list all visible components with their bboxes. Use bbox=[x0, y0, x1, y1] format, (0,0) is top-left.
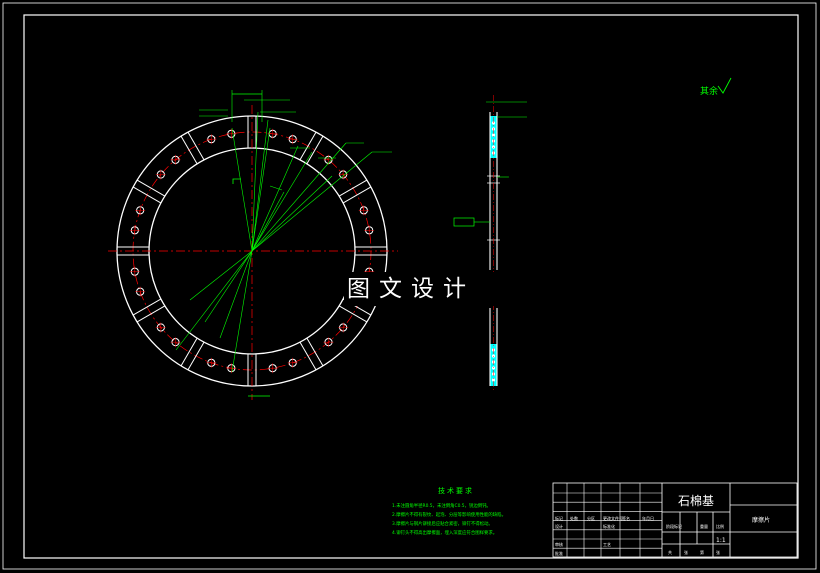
slot-edge bbox=[187, 131, 205, 161]
front-view bbox=[108, 90, 398, 400]
slot-edge bbox=[299, 131, 317, 161]
title-block-label: 年月日 bbox=[642, 515, 654, 521]
material-label: 石棉基 bbox=[678, 494, 714, 508]
title-block-label: 张 bbox=[716, 549, 720, 555]
slot-edge bbox=[180, 135, 198, 165]
title-block-labels: 标记 处数 分区 更改文件号 签名 年月日设计 标准化审核 工艺批准 阶段标记 重量 比例共 张 第 张 bbox=[555, 515, 724, 556]
watermark-label: 图文设计 bbox=[344, 272, 494, 306]
roughness-symbol-icon bbox=[717, 77, 732, 94]
side-section-view bbox=[453, 95, 527, 392]
angle-marker bbox=[232, 178, 241, 184]
slot-edge bbox=[136, 305, 166, 323]
title-block-label: 阶段标记 bbox=[666, 523, 682, 529]
tech-req-title: 技术要求 bbox=[438, 486, 474, 495]
dimension-leader bbox=[251, 191, 285, 252]
dimension-leader bbox=[175, 250, 253, 351]
dimension-leader bbox=[251, 119, 269, 252]
dimension-leader bbox=[251, 175, 333, 252]
title-block-label: 比例 bbox=[716, 523, 724, 529]
title-block-label: 标记 bbox=[555, 515, 563, 521]
text-labels: 其余 石棉基 摩擦片 1:1 技术要求 1.未注圆角半径R0.5，未注倒角C0.… bbox=[392, 85, 770, 556]
slot-edge bbox=[299, 341, 317, 371]
scale-label: 1:1 bbox=[716, 537, 726, 544]
title-block-label: 处数 bbox=[570, 515, 578, 521]
title-block-label: 批准 bbox=[555, 550, 563, 556]
dimension-leader bbox=[231, 127, 253, 252]
title-block-label: 审核 bbox=[555, 541, 563, 547]
title-block-label: 更改文件号 bbox=[603, 515, 623, 521]
title-block-label: 设计 bbox=[555, 523, 563, 529]
tech-requirement-item: 3.摩擦片与钢片铆接后应贴合紧密，铆钉不得松动。 bbox=[392, 520, 493, 527]
tech-requirement-item: 1.未注圆角半径R0.5，未注倒角C0.5，锐边倒钝。 bbox=[392, 502, 491, 509]
title-block-label: 工艺 bbox=[603, 542, 611, 547]
dimension-leader bbox=[251, 151, 313, 252]
dimension-leader bbox=[251, 145, 299, 252]
title-block-label: 分区 bbox=[587, 515, 595, 521]
slot-edge bbox=[187, 341, 205, 371]
slot-edge bbox=[338, 179, 368, 197]
slot-edge bbox=[132, 298, 162, 316]
title-block-label: 第 bbox=[700, 549, 704, 555]
title-block-label: 张 bbox=[684, 549, 688, 555]
roughness-label: 其余 bbox=[700, 85, 718, 97]
slot-edge bbox=[180, 337, 198, 367]
title-block-label: 标准化 bbox=[603, 523, 615, 529]
slot-edge bbox=[306, 337, 324, 367]
slot-edge bbox=[306, 135, 324, 165]
title-block-label: 共 bbox=[668, 549, 672, 555]
slot-edge bbox=[136, 179, 166, 197]
title-block-label: 签名 bbox=[622, 515, 630, 521]
slot-edge bbox=[342, 186, 372, 204]
dimension-leader bbox=[219, 250, 253, 339]
slot-edge bbox=[338, 305, 368, 323]
tech-requirement-item: 4.铆钉头不得高出摩擦面，埋入深度应符合图样要求。 bbox=[392, 529, 497, 536]
dimension-leader bbox=[204, 250, 253, 323]
tech-requirements-list: 1.未注圆角半径R0.5，未注倒角C0.5，锐边倒钝。 2.摩擦片不得有裂纹、起泡… bbox=[392, 502, 506, 536]
part-name-label: 摩擦片 bbox=[752, 516, 770, 524]
tech-requirement-item: 2.摩擦片不得有裂纹、起泡、分层等影响使用性能的缺陷。 bbox=[392, 511, 506, 518]
slot-edge bbox=[132, 186, 162, 204]
title-block-label: 重量 bbox=[700, 523, 708, 529]
flatness-frame bbox=[453, 217, 475, 227]
